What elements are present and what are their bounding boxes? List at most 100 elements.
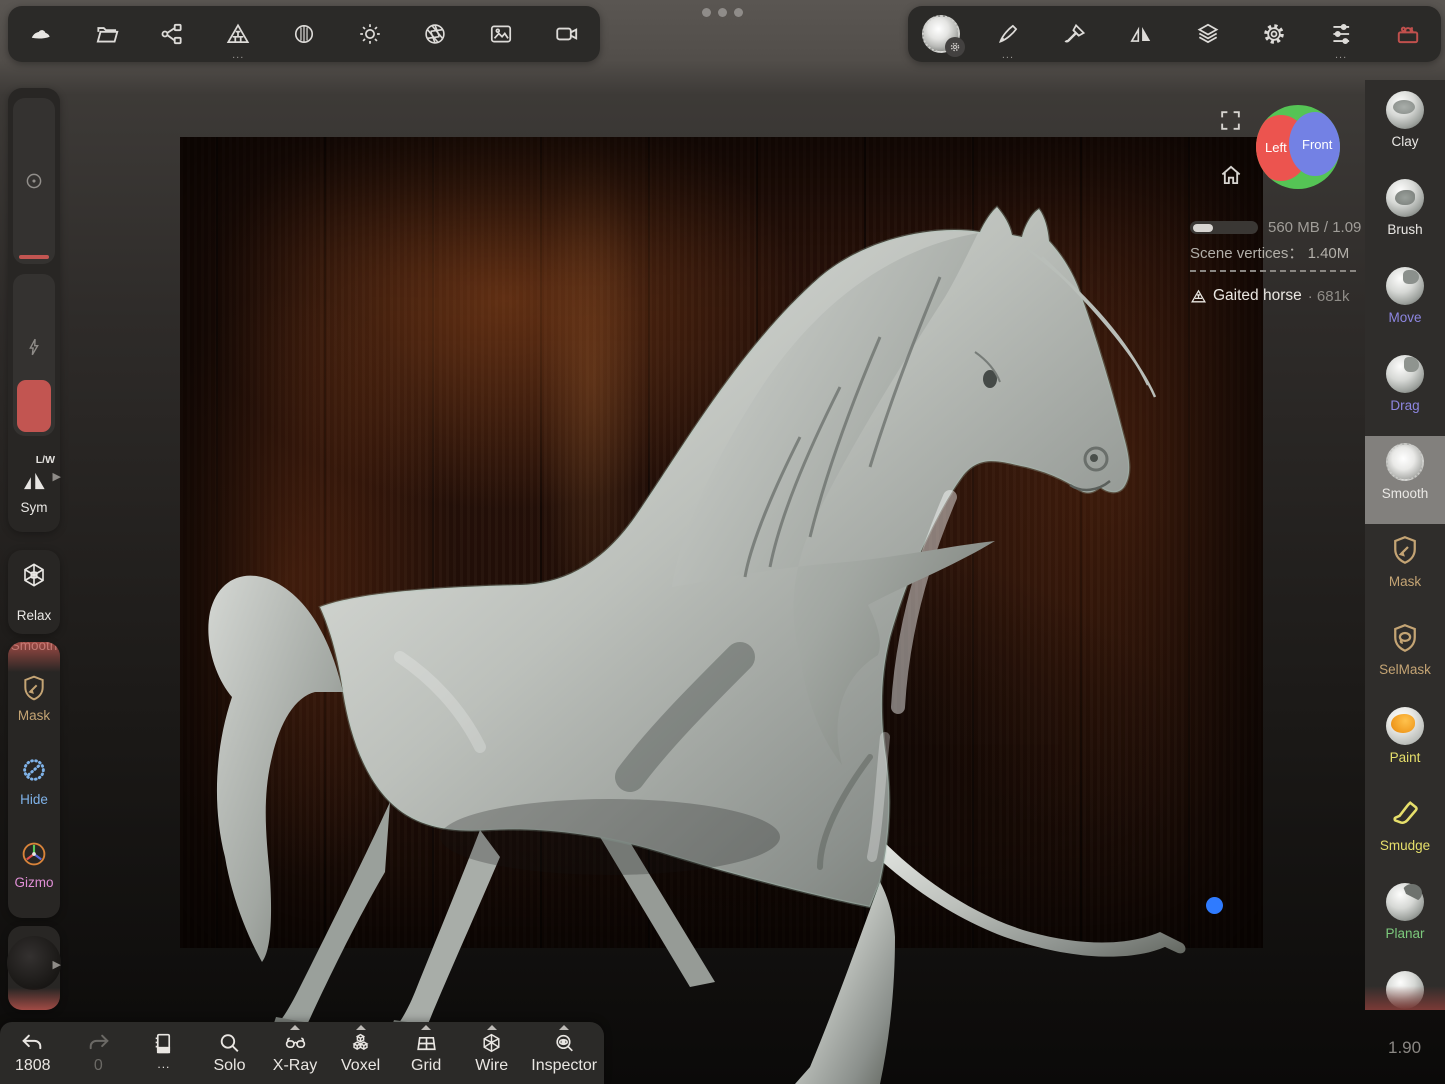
stroke-pen-icon[interactable]: ... — [988, 14, 1028, 54]
top-left-toolbar: ... — [8, 6, 600, 62]
tool-brush[interactable]: Brush — [1365, 172, 1445, 260]
radius-slider-fill — [19, 255, 49, 259]
move-sphere-icon — [1384, 265, 1426, 307]
files-folder-icon[interactable] — [87, 14, 127, 54]
tool-move[interactable]: Move — [1365, 260, 1445, 348]
mask-shield-icon[interactable] — [18, 672, 50, 704]
undo-icon — [20, 1031, 45, 1056]
tool-settings-gear-badge[interactable] — [945, 37, 965, 57]
tool-smudge[interactable]: Smudge — [1365, 788, 1445, 876]
lighting-sun-icon[interactable] — [350, 14, 390, 54]
more-dots: ... — [232, 50, 244, 60]
voxel-button[interactable]: Voxel — [335, 1022, 387, 1084]
info-separator — [1190, 270, 1356, 272]
smooth-rocky-sphere-icon — [1384, 441, 1426, 483]
top-drag-handle[interactable] — [702, 8, 743, 17]
brush-sphere-icon — [1384, 177, 1426, 219]
tool-selmask[interactable]: SelMask — [1365, 612, 1445, 700]
undo-button[interactable]: 1808 — [7, 1022, 59, 1084]
app-logo[interactable] — [21, 14, 61, 54]
scene-vertices-label: Scene vertices： — [1190, 245, 1303, 262]
smooth-tool-thumb — [922, 15, 960, 53]
grid-button[interactable]: Grid — [400, 1022, 452, 1084]
lw-tag: L/W — [36, 454, 55, 466]
hide-label[interactable]: Hide — [8, 792, 60, 807]
tool-clay[interactable]: Clay — [1365, 84, 1445, 172]
voxel-cubes-icon — [348, 1031, 373, 1056]
mesh-name: Gaited horse — [1213, 287, 1302, 305]
xray-button[interactable]: X-Ray — [269, 1022, 321, 1084]
tool-drag[interactable]: Drag — [1365, 348, 1445, 436]
radius-slider[interactable] — [13, 98, 55, 264]
app-version: 1.90 — [1388, 1038, 1421, 1058]
material-sphere-icon[interactable] — [284, 14, 324, 54]
sym-label[interactable]: Sym — [8, 500, 60, 515]
drag-sphere-icon — [1384, 353, 1426, 395]
more-dots: ... — [1002, 50, 1014, 60]
clay-sphere-icon — [1384, 89, 1426, 131]
home-icon[interactable] — [1218, 162, 1244, 193]
relax-label: Relax — [8, 608, 60, 623]
material-preview-panel[interactable]: ▶ — [8, 926, 60, 1010]
solo-button[interactable]: Solo — [203, 1022, 255, 1084]
intensity-slider-fill — [17, 380, 51, 432]
scene-vertices-value: 1.40M — [1308, 245, 1350, 262]
paint-sphere-icon — [1384, 705, 1426, 747]
right-tool-column: Clay Brush Move Drag Smooth Mask SelMask… — [1365, 80, 1445, 1010]
inspector-button[interactable]: Inspector — [531, 1022, 597, 1084]
symmetry-icon[interactable] — [19, 466, 49, 496]
history-panel-button[interactable]: ... — [138, 1022, 190, 1084]
gizmo-orb-icon[interactable] — [18, 838, 50, 870]
tool-planar[interactable]: Planar — [1365, 876, 1445, 964]
tool-smooth[interactable]: Smooth — [1365, 436, 1445, 524]
mask-shield-icon — [1384, 529, 1426, 571]
panel-expand-arrow[interactable]: ▶ — [53, 470, 61, 483]
smudge-finger-icon — [1384, 793, 1426, 835]
symmetry-mirror-icon[interactable] — [1121, 14, 1161, 54]
tool-paint[interactable]: Paint — [1365, 700, 1445, 788]
postprocess-aperture-icon[interactable] — [415, 14, 455, 54]
radius-icon — [23, 170, 45, 192]
gizmo-label[interactable]: Gizmo — [8, 875, 60, 890]
hide-dotted-icon[interactable] — [18, 754, 50, 786]
memory-progressbar — [1190, 221, 1258, 234]
mesh-list-row[interactable]: Gaited horse · 681k — [1190, 287, 1349, 305]
intensity-slider[interactable] — [13, 274, 55, 436]
background-image-icon[interactable] — [481, 14, 521, 54]
wire-button[interactable]: Wire — [466, 1022, 518, 1084]
scroll-fade-red — [1365, 986, 1445, 1010]
caret-up-icon — [356, 1025, 366, 1030]
panel-expand-arrow[interactable]: ▶ — [53, 958, 61, 971]
adjust-sliders-icon[interactable]: ... — [1321, 14, 1361, 54]
orientation-gizmo[interactable]: Left Front — [1256, 105, 1340, 189]
orientation-front-label: Front — [1302, 137, 1332, 152]
mask-label[interactable]: Mask — [8, 708, 60, 723]
scene-graph-icon[interactable] — [152, 14, 192, 54]
layers-icon[interactable] — [1188, 14, 1228, 54]
camera-video-icon[interactable] — [547, 14, 587, 54]
tool-mask[interactable]: Mask — [1365, 524, 1445, 612]
caret-up-icon — [290, 1025, 300, 1030]
fullscreen-icon[interactable] — [1218, 108, 1243, 138]
notebook-icon — [151, 1031, 176, 1056]
xray-glasses-icon — [283, 1031, 308, 1056]
active-tool-thumbnail[interactable] — [921, 14, 961, 54]
relax-panel[interactable]: Relax — [8, 550, 60, 634]
toolbox-icon[interactable] — [1388, 14, 1428, 54]
selmask-shield-icon — [1384, 617, 1426, 659]
intensity-bolt-icon — [23, 336, 45, 358]
mesh-topology-icon[interactable]: ... — [218, 14, 258, 54]
grid-icon — [414, 1031, 439, 1056]
planar-sphere-icon — [1384, 881, 1426, 923]
scrolled-selected-smooth[interactable]: Smooth — [8, 642, 60, 672]
redo-count: 0 — [94, 1057, 103, 1075]
caret-up-icon — [487, 1025, 497, 1030]
painting-brush-icon[interactable] — [1055, 14, 1095, 54]
scene-vertices: Scene vertices： 1.40M — [1190, 242, 1349, 263]
reference-background-wood — [180, 137, 1263, 948]
settings-gear-icon[interactable] — [1254, 14, 1294, 54]
redo-button[interactable]: 0 — [72, 1022, 124, 1084]
memory-usage-text: 560 MB / 1.09 G — [1268, 219, 1365, 236]
redo-icon — [86, 1031, 111, 1056]
panel-fade-red — [8, 988, 60, 1010]
